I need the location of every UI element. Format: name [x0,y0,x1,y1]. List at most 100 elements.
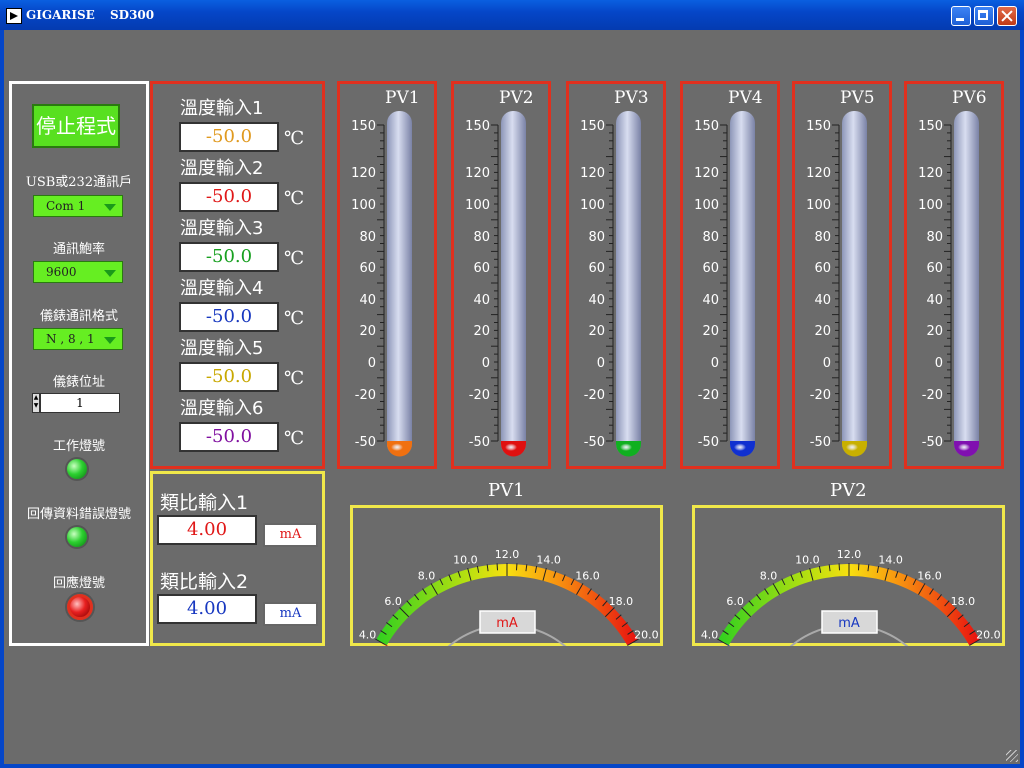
scale-label: 0 [597,356,605,371]
thermometer-tube [387,111,412,456]
scale-label: 60 [473,261,490,276]
scale-label: 20 [814,324,831,339]
scale-label: 150 [351,119,376,134]
window-frame-left [0,30,4,768]
gauge-scale-label: 16.0 [575,570,600,583]
scale-label: -50 [469,435,490,450]
temp-input-display: -50.0 [179,362,279,392]
scale-label: 60 [588,261,605,276]
scale-label: -20 [469,388,490,403]
analog-input-label: 類比輸入1 [160,492,249,514]
celsius-unit: ℃ [284,308,305,329]
scale-label: 150 [580,119,605,134]
scale-label: -50 [810,435,831,450]
scale-label: 80 [588,230,605,245]
format-select[interactable]: N , 8 , 1 [33,328,123,350]
scale-label: 80 [814,230,831,245]
address-input[interactable]: 1 [40,393,120,413]
gauge-scale-label: 12.0 [837,548,862,561]
thermometer-tube [730,111,755,456]
analog-input-label: 類比輸入2 [160,571,249,593]
gauge-scale-label: 10.0 [453,553,478,566]
scale-label: 120 [694,166,719,181]
gauge-scale-label: 12.0 [495,548,520,561]
stop-program-button[interactable]: 停止程式 [32,104,120,148]
scale-label: 60 [359,261,376,276]
gauge-scale-label: 14.0 [536,553,561,566]
scale-label: -20 [922,388,943,403]
temp-input-label: 溫度輸入4 [180,278,264,299]
error-led-indicator [67,527,87,547]
scale-label: 100 [806,198,831,213]
scale-label: -50 [922,435,943,450]
gauge-svg: 4.0 6.0 8.0 10.0 12.0 14.0 16.0 18.0 20.0 mA [359,548,659,646]
gauge-needle [725,643,731,646]
window-frame-right [1020,30,1024,768]
baud-value: 9600 [46,265,77,279]
scale-label: 100 [351,198,376,213]
gauge-scale-label: 4.0 [701,629,719,642]
scale-label: 20 [588,324,605,339]
resize-grip-icon[interactable] [1006,750,1018,762]
scale-label: 20 [359,324,376,339]
scale-label: 120 [465,166,490,181]
temp-input-display: -50.0 [179,182,279,212]
scale-label: 120 [580,166,605,181]
title-bar: GIGARISE SD300 [0,0,1024,30]
gauge-scale-label: 14.0 [878,553,903,566]
scale-label: 20 [926,324,943,339]
scale-label: 40 [473,293,490,308]
temp-input-display: -50.0 [179,242,279,272]
scale-label: 0 [823,356,831,371]
scale-label: 150 [694,119,719,134]
gauge-scale-label: 20.0 [976,629,1001,642]
thermometer-tube [954,111,979,456]
baud-select[interactable]: 9600 [33,261,123,283]
scale-label: 40 [359,293,376,308]
scale-label: -20 [355,388,376,403]
thermometer-bulb [501,441,526,457]
gauge-scale-label: 8.0 [760,570,778,583]
control-panel [9,81,149,646]
scale-label: 80 [702,230,719,245]
temp-input-display: -50.0 [179,422,279,452]
maximize-button[interactable] [974,6,994,26]
thermometer-tube [842,111,867,456]
scale-label: 100 [580,198,605,213]
gauge-scale-label: 18.0 [609,595,634,608]
analog-unit: mA [263,523,318,547]
thermometer-bulb [954,441,979,457]
format-label: 儀錶通訊格式 [39,309,118,324]
close-button[interactable] [997,6,1017,26]
scale-label: 0 [368,356,376,371]
celsius-unit: ℃ [284,128,305,149]
thermometer-bulb [387,441,412,457]
window-title-app: GIGARISE [26,8,95,22]
thermometer-bulb [616,441,641,457]
analog-input-display: 4.00 [157,594,257,624]
address-label: 儀錶位址 [52,375,105,390]
work-led-indicator [67,459,87,479]
gauge-scale-label: 20.0 [634,629,659,642]
minimize-button[interactable] [951,6,971,26]
thermometer-bulb [842,441,867,457]
scale-label: 120 [918,166,943,181]
temp-input-label: 溫度輸入5 [180,338,264,359]
port-select[interactable]: Com 1 [33,195,123,217]
celsius-unit: ℃ [284,368,305,389]
scale-label: 40 [702,293,719,308]
scale-label: 0 [935,356,943,371]
format-value: N , 8 , 1 [46,332,95,346]
gauge-scale-label: 16.0 [917,570,942,583]
scale-label: 100 [918,198,943,213]
scale-label: -50 [355,435,376,450]
temp-input-label: 溫度輸入6 [180,398,264,419]
scale-label: 0 [711,356,719,371]
dropdown-arrow-icon [104,337,116,344]
scale-label: 120 [351,166,376,181]
thermometer-tube [501,111,526,456]
thermometer-svg: 150 120 100 80 60 40 20 0 -20 -50 [351,111,412,457]
baud-label: 通訊鮑率 [52,242,105,257]
address-spinner[interactable]: ▲ ▼ [32,393,40,413]
scale-label: 100 [465,198,490,213]
